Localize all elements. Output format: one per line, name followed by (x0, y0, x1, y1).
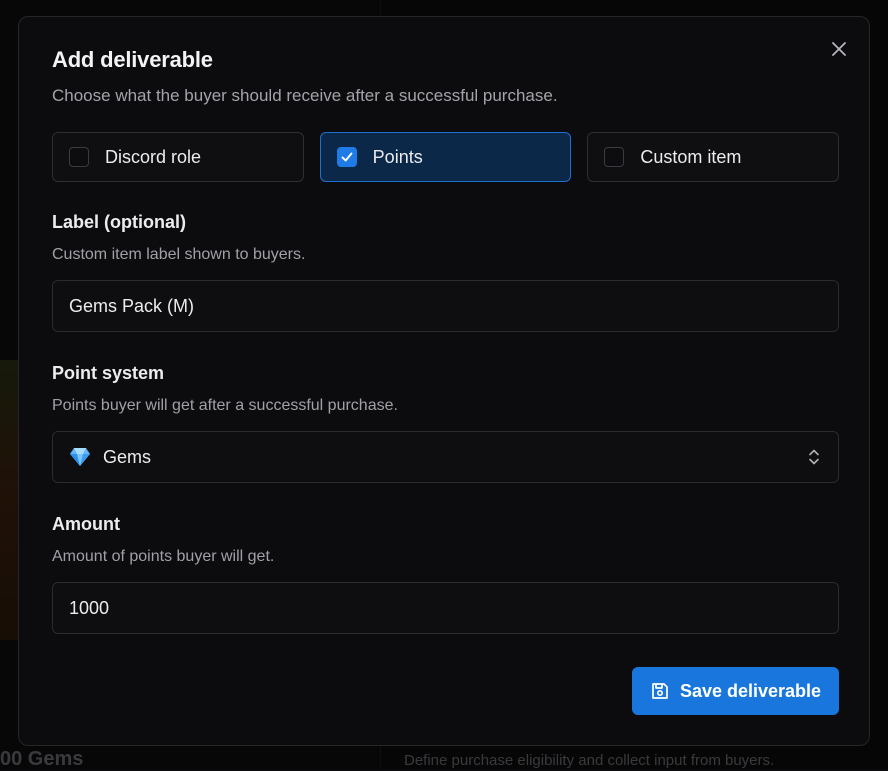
amount-title: Amount (52, 514, 120, 534)
chevron-up-down-icon (808, 448, 820, 466)
deliverable-type-options: Discord role Points Custom item (52, 132, 840, 182)
save-deliverable-button[interactable]: Save deliverable (632, 667, 839, 715)
point-system-value: Gems (103, 446, 152, 467)
deliverable-type-discord-role[interactable]: Discord role (52, 132, 304, 182)
label-field-title: Label (optional) (52, 212, 186, 232)
point-system-select[interactable]: Gems (52, 431, 839, 483)
add-deliverable-dialog: Add deliverable Choose what the buyer sh… (18, 16, 870, 746)
close-button[interactable] (829, 39, 849, 59)
dialog-subtitle: Choose what the buyer should receive aft… (52, 86, 558, 105)
save-icon (652, 683, 668, 699)
custom-item-checkbox[interactable] (604, 147, 625, 167)
discord-role-checkbox[interactable] (69, 147, 89, 167)
save-button-label: Save deliverable (679, 680, 822, 701)
dialog-title: Add deliverable (52, 47, 213, 72)
point-system-help: Points buyer will get after a successful… (52, 397, 398, 414)
deliverable-type-label: Custom item (640, 146, 742, 167)
gem-icon (69, 447, 91, 467)
checkmark-icon (341, 152, 353, 162)
deliverable-type-label: Discord role (105, 146, 202, 167)
deliverable-type-label: Points (372, 146, 423, 167)
deliverable-type-custom-item[interactable]: Custom item (587, 132, 840, 182)
amount-input-wrapper (52, 582, 839, 634)
amount-help: Amount of points buyer will get. (52, 548, 275, 565)
close-icon (832, 42, 846, 56)
point-system-title: Point system (52, 363, 165, 383)
label-input-wrapper (52, 280, 839, 332)
amount-input[interactable] (69, 597, 838, 619)
points-checkbox[interactable] (336, 147, 357, 167)
label-field-help: Custom item label shown to buyers. (52, 246, 306, 263)
deliverable-type-points[interactable]: Points (319, 132, 572, 182)
label-input[interactable] (69, 295, 838, 317)
